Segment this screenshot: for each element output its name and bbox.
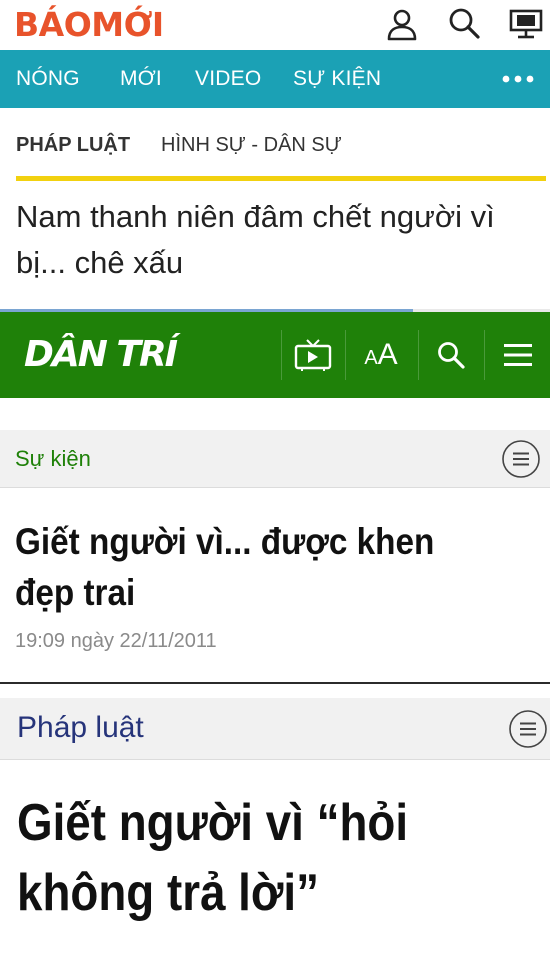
search-button[interactable] (421, 330, 481, 380)
section-menu-icon[interactable] (508, 709, 548, 749)
baomoi-article-title: Nam thanh niên đâm chết người vì bị... c… (16, 199, 495, 280)
subcategory-hinh-su[interactable]: HÌNH SỰ - DÂN SỰ (161, 134, 342, 157)
video-tv-icon (294, 339, 332, 371)
baomoi-header: BÁO MỚI (0, 0, 550, 50)
section-bar-su-kien: Sự kiện (0, 430, 550, 488)
baomoi-logo[interactable]: BÁO MỚI (14, 2, 164, 46)
font-size-button[interactable]: AA (351, 330, 411, 380)
header-divider (281, 330, 282, 380)
section-bar-phap-luat: Pháp luật (0, 698, 550, 760)
nav-item-su-kien[interactable]: SỰ KIỆN (293, 50, 381, 108)
logo-text-bao: BÁO (14, 4, 92, 44)
header-divider (418, 330, 419, 380)
logo-text-moi: MỚI (91, 4, 164, 44)
video-button[interactable] (283, 330, 343, 380)
article-headline[interactable]: Giết người vì... được khen đẹp trai (15, 516, 483, 618)
baomoi-nav-bar: NÓNG MỚI VIDEO SỰ KIỆN (0, 50, 550, 108)
search-icon (438, 342, 465, 369)
menu-button[interactable] (488, 330, 548, 380)
section-label-su-kien[interactable]: Sự kiện (15, 446, 91, 472)
menu-icon (504, 344, 532, 366)
article-headline[interactable]: Giết người vì “hỏi không trả lời” (17, 788, 483, 928)
accent-divider (16, 176, 546, 181)
user-icon[interactable] (384, 6, 420, 42)
search-icon[interactable] (446, 6, 482, 42)
more-dots-icon[interactable] (502, 70, 534, 88)
font-size-large-label: A (377, 338, 398, 371)
font-size-icon: AA (364, 338, 397, 372)
font-size-small-label: A (364, 347, 378, 369)
nav-item-nong[interactable]: NÓNG (16, 50, 80, 108)
category-breadcrumb: PHÁP LUẬT HÌNH SỰ - DÂN SỰ (0, 108, 550, 178)
header-divider (345, 330, 346, 380)
nav-item-video[interactable]: VIDEO (195, 50, 261, 108)
nav-item-moi[interactable]: MỚI (120, 50, 162, 108)
dantri-logo[interactable]: DÂN TRÍ (24, 334, 178, 376)
category-phap-luat[interactable]: PHÁP LUẬT (16, 134, 130, 157)
dantri-header: DÂN TRÍ AA (0, 312, 550, 398)
section-menu-icon[interactable] (501, 439, 541, 479)
article-date: 19:09 ngày 22/11/2011 (15, 630, 217, 652)
header-divider (484, 330, 485, 380)
section-label-phap-luat[interactable]: Pháp luật (17, 711, 144, 745)
article-divider (0, 682, 550, 684)
monitor-icon[interactable] (508, 6, 544, 42)
